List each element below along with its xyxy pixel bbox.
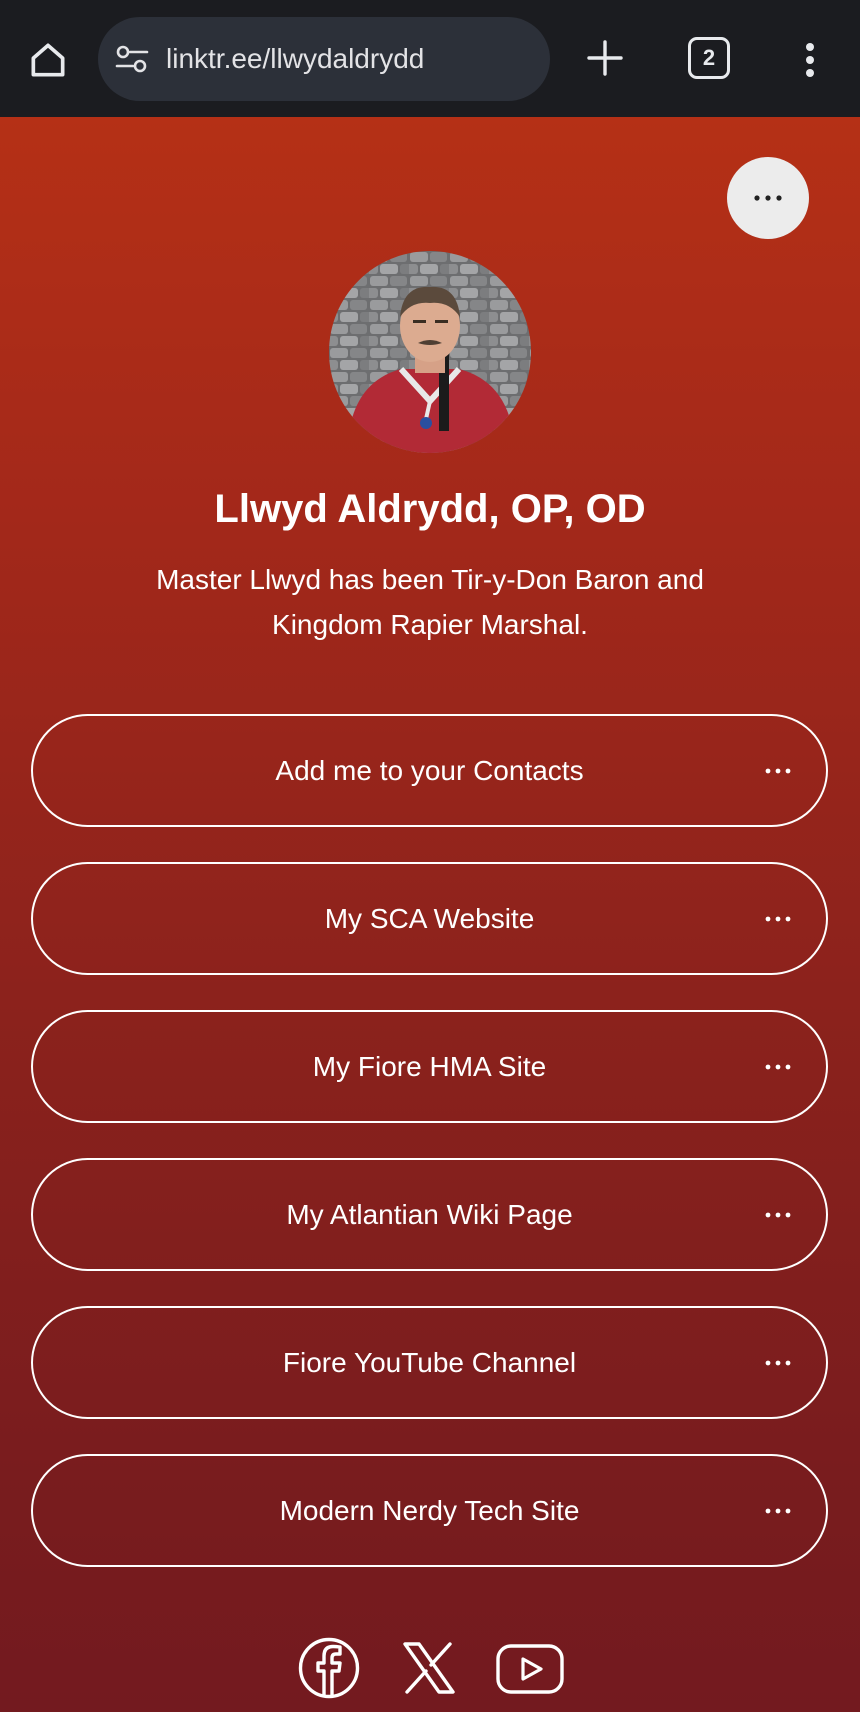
more-horiz-icon [765, 1212, 791, 1217]
profile-photo [329, 251, 531, 453]
youtube-icon [496, 1644, 564, 1694]
linktree-page: Llwyd Aldrydd, OP, OD Master Llwyd has b… [0, 117, 860, 1712]
more-horiz-icon [754, 195, 782, 201]
home-button[interactable] [20, 32, 76, 88]
facebook-icon [298, 1637, 360, 1699]
link-button[interactable]: Add me to your Contacts [31, 714, 828, 827]
site-settings-button[interactable] [112, 39, 152, 79]
link-label: My SCA Website [324, 902, 535, 934]
link-label: Add me to your Contacts [275, 754, 584, 786]
plus-icon [587, 40, 623, 76]
more-horiz-icon [765, 1360, 791, 1365]
link-label: My Atlantian Wiki Page [286, 1198, 573, 1230]
link-button[interactable]: Modern Nerdy Tech Site [31, 1454, 828, 1567]
youtube-link[interactable] [496, 1642, 564, 1696]
link-options-button[interactable] [760, 1353, 796, 1373]
link-label: My Fiore HMA Site [312, 1050, 547, 1082]
more-horiz-icon [765, 1508, 791, 1513]
more-vert-icon [806, 43, 814, 77]
url-text[interactable]: linktr.ee/llwydaldrydd [166, 43, 424, 75]
tab-switcher-button[interactable]: 2 [688, 37, 730, 79]
browser-toolbar: linktr.ee/llwydaldrydd 2 [0, 0, 860, 117]
tune-icon [115, 45, 149, 73]
home-icon [31, 43, 65, 77]
new-tab-button[interactable] [580, 30, 630, 86]
more-horiz-icon [765, 916, 791, 921]
link-options-button[interactable] [760, 1057, 796, 1077]
bio-line-2: Kingdom Rapier Marshal. [272, 609, 588, 640]
browser-menu-button[interactable] [790, 32, 830, 88]
link-button[interactable]: My Fiore HMA Site [31, 1010, 828, 1123]
more-horiz-icon [765, 768, 791, 773]
page-options-button[interactable] [727, 157, 809, 239]
link-options-button[interactable] [760, 1501, 796, 1521]
link-label: Fiore YouTube Channel [282, 1346, 577, 1378]
tab-count: 2 [702, 45, 716, 70]
link-button[interactable]: My SCA Website [31, 862, 828, 975]
x-icon [403, 1642, 455, 1694]
x-link[interactable] [402, 1641, 456, 1695]
link-label: Modern Nerdy Tech Site [279, 1494, 580, 1526]
link-options-button[interactable] [760, 909, 796, 929]
link-button[interactable]: Fiore YouTube Channel [31, 1306, 828, 1419]
avatar [329, 251, 531, 453]
link-button[interactable]: My Atlantian Wiki Page [31, 1158, 828, 1271]
bio-line-1: Master Llwyd has been Tir-y-Don Baron an… [156, 564, 704, 595]
link-options-button[interactable] [760, 761, 796, 781]
link-options-button[interactable] [760, 1205, 796, 1225]
profile-name: Llwyd Aldrydd, OP, OD [214, 487, 646, 531]
address-bar[interactable]: linktr.ee/llwydaldrydd [98, 17, 550, 101]
social-icons [0, 1637, 860, 1712]
profile-bio: Master Llwyd has been Tir-y-Don Baron an… [80, 557, 780, 647]
facebook-link[interactable] [298, 1637, 360, 1699]
more-horiz-icon [765, 1064, 791, 1069]
